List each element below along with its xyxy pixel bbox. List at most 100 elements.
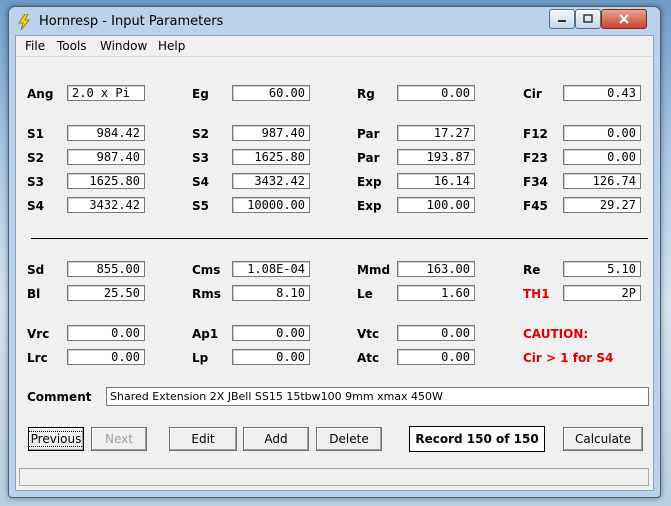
record-indicator: Record 150 of 150 [409,426,545,452]
re-label: Re [523,263,541,277]
s3-label: S3 [192,151,209,165]
ang-label: Ang [27,87,54,101]
s4-field[interactable]: 3432.42 [232,173,310,189]
close-icon [619,14,629,24]
window-title: Hornresp - Input Parameters [39,14,224,29]
cir-field[interactable]: 0.43 [563,85,641,101]
ang-field[interactable]: 2.0 x Pi [67,85,145,101]
re-field[interactable]: 5.10 [563,261,641,277]
s4-label: S4 [192,175,209,189]
f34-label: F34 [523,175,548,189]
vrc-label: Vrc [27,327,50,341]
edit-button-label: Edit [191,432,215,446]
rg-field[interactable]: 0.00 [397,85,475,101]
cir-label: Cir [523,87,542,101]
previous-button-label: Previous [27,431,85,447]
par2-field[interactable]: 193.87 [397,149,475,165]
f23-label: F23 [523,151,548,165]
minimize-button[interactable] [549,9,575,29]
calculate-button-label: Calculate [574,432,632,446]
menu-file[interactable]: File [25,39,45,53]
s3-row3-field[interactable]: 1625.80 [67,173,145,189]
vrc-field[interactable]: 0.00 [67,325,145,341]
s2-row2-label: S2 [27,151,44,165]
s1-field[interactable]: 984.42 [67,125,145,141]
comment-label: Comment [27,390,92,404]
input-parameters-panel: File Tools Window Help Ang 2.0 x Pi Eg 6… [15,35,654,491]
next-button-label: Next [105,432,133,446]
hornresp-window: Hornresp - Input Parameters File Tools W… [8,6,661,498]
atc-field[interactable]: 0.00 [397,349,475,365]
section-divider [31,238,648,239]
s3-field[interactable]: 1625.80 [232,149,310,165]
delete-button[interactable]: Delete [316,427,382,451]
f23-field[interactable]: 0.00 [563,149,641,165]
lp-field[interactable]: 0.00 [232,349,310,365]
par2-label: Par [357,151,380,165]
calculate-button[interactable]: Calculate [563,427,643,451]
ap1-field[interactable]: 0.00 [232,325,310,341]
add-button-label: Add [264,432,288,446]
s2-row2-field[interactable]: 987.40 [67,149,145,165]
atc-label: Atc [357,351,380,365]
close-button[interactable] [601,9,647,29]
bl-field[interactable]: 25.50 [67,285,145,301]
le-field[interactable]: 1.60 [397,285,475,301]
rms-label: Rms [192,287,221,301]
delete-button-label: Delete [329,432,369,446]
le-label: Le [357,287,373,301]
exp1-field[interactable]: 16.14 [397,173,475,189]
bl-label: Bl [27,287,41,301]
comment-field[interactable]: Shared Extension 2X JBell SS15 15tbw100 … [106,387,649,406]
eg-label: Eg [192,87,209,101]
rms-field[interactable]: 8.10 [232,285,310,301]
title-bar[interactable]: Hornresp - Input Parameters [9,7,660,35]
vtc-label: Vtc [357,327,380,341]
cms-label: Cms [192,263,221,277]
f45-label: F45 [523,199,548,213]
f12-label: F12 [523,127,548,141]
s2-field[interactable]: 987.40 [232,125,310,141]
sd-label: Sd [27,263,45,277]
add-button[interactable]: Add [243,427,309,451]
lrc-label: Lrc [27,351,48,365]
minimize-icon [558,20,566,22]
caution-label: CAUTION: [523,327,589,341]
s3-row3-label: S3 [27,175,44,189]
ap1-label: Ap1 [192,327,219,341]
f45-field[interactable]: 29.27 [563,197,641,213]
lp-label: Lp [192,351,209,365]
f12-field[interactable]: 0.00 [563,125,641,141]
maximize-button[interactable] [575,9,601,29]
edit-button[interactable]: Edit [169,427,237,451]
s4-row4-field[interactable]: 3432.42 [67,197,145,213]
rg-label: Rg [357,87,375,101]
s5-field[interactable]: 10000.00 [232,197,310,213]
s2-label: S2 [192,127,209,141]
exp2-field[interactable]: 100.00 [397,197,475,213]
caution-message: Cir > 1 for S4 [523,351,614,365]
menu-help[interactable]: Help [158,39,185,53]
exp1-label: Exp [357,175,382,189]
vtc-field[interactable]: 0.00 [397,325,475,341]
mmd-field[interactable]: 163.00 [397,261,475,277]
menu-bar: File Tools Window Help [16,36,653,57]
f34-field[interactable]: 126.74 [563,173,641,189]
cms-field[interactable]: 1.08E-04 [232,261,310,277]
exp2-label: Exp [357,199,382,213]
menu-window[interactable]: Window [100,39,147,53]
next-button[interactable]: Next [91,427,147,451]
s4-row4-label: S4 [27,199,44,213]
th1-label[interactable]: TH1 [523,287,550,301]
eg-field[interactable]: 60.00 [232,85,310,101]
lrc-field[interactable]: 0.00 [67,349,145,365]
par1-field[interactable]: 17.27 [397,125,475,141]
maximize-icon [583,14,593,23]
status-bar [19,468,649,486]
s1-label: S1 [27,127,44,141]
menu-tools[interactable]: Tools [57,39,87,53]
sd-field[interactable]: 855.00 [67,261,145,277]
th1-field[interactable]: 2P [563,285,641,301]
par1-label: Par [357,127,380,141]
previous-button[interactable]: Previous [27,427,85,451]
